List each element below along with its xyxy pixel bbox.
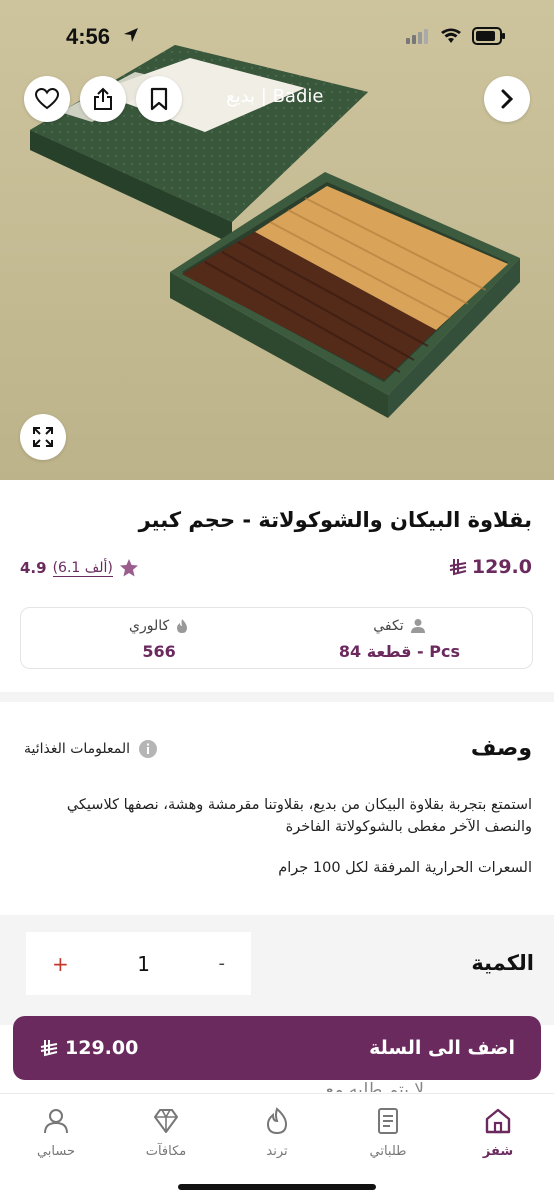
- decrement-button[interactable]: -: [219, 953, 226, 974]
- quantity-label: الكمية: [471, 951, 534, 975]
- status-bar: 4:56: [0, 0, 554, 70]
- serves-label: تكفي: [373, 618, 404, 634]
- battery-icon: [472, 27, 505, 45]
- calories-info: كالوري 566: [129, 618, 189, 661]
- cart-price: 129.00: [39, 1037, 138, 1059]
- rating-value: 4.9: [20, 559, 47, 577]
- favorite-button[interactable]: [24, 76, 70, 122]
- star-icon: [119, 559, 138, 577]
- quantity-stepper[interactable]: + 1 -: [26, 932, 251, 995]
- quantity-value: 1: [137, 951, 150, 976]
- home-icon: [485, 1108, 511, 1134]
- expand-image-button[interactable]: [20, 414, 66, 460]
- cart-price-value: 129.00: [65, 1037, 139, 1059]
- nav-item-rewards[interactable]: مكافآت: [126, 1106, 206, 1159]
- back-button[interactable]: [484, 76, 530, 122]
- add-to-cart-button[interactable]: 129.00 اضف الى السلة: [13, 1016, 541, 1080]
- riyal-icon: [40, 1040, 58, 1057]
- share-button[interactable]: [80, 76, 126, 122]
- diamond-icon: [154, 1109, 178, 1133]
- location-arrow-icon: [122, 26, 140, 48]
- nav-label-trend: ترند: [266, 1144, 288, 1159]
- riyal-icon: [449, 559, 467, 576]
- product-photo: [0, 0, 554, 480]
- info-icon: [139, 740, 158, 758]
- brand-overlay: بديع | Badie: [226, 86, 324, 107]
- person-icon: [410, 619, 425, 633]
- nav-label-account: حسابي: [36, 1144, 76, 1159]
- orders-icon: [378, 1108, 398, 1134]
- product-price: 129.0: [448, 556, 532, 578]
- cart-label: اضف الى السلة: [369, 1037, 515, 1059]
- chevron-right-icon: [501, 89, 514, 109]
- nav-item-home[interactable]: شفز: [458, 1106, 538, 1159]
- increment-button[interactable]: +: [52, 952, 69, 976]
- calories-label-row: كالوري: [129, 618, 189, 634]
- signal-icon: [406, 29, 428, 44]
- rating-count[interactable]: (6.1 ألف): [52, 560, 113, 577]
- bookmark-icon: [150, 87, 168, 111]
- section-divider: [0, 692, 554, 702]
- quantity-section: الكمية + 1 -: [0, 915, 554, 1025]
- wifi-icon: [441, 28, 461, 43]
- nav-label-home: شفز: [482, 1144, 514, 1159]
- price-value: 129.0: [471, 556, 532, 578]
- serves-label-row: تكفي: [373, 618, 425, 634]
- calories-value: 566: [142, 642, 176, 661]
- description-heading: وصف: [470, 736, 532, 761]
- serves-value: 84 قطعة - Pcs: [338, 642, 460, 661]
- nutrition-link-label: المعلومات الغذائية: [24, 741, 131, 757]
- heart-icon: [35, 88, 59, 110]
- serves-info: تكفي 84 قطعة - Pcs: [339, 618, 460, 661]
- user-icon: [44, 1109, 68, 1134]
- flame-small-icon: [177, 619, 188, 633]
- expand-icon: [33, 427, 53, 447]
- rating[interactable]: 4.9 (6.1 ألف): [20, 558, 139, 578]
- flame-icon: [266, 1107, 288, 1135]
- product-title: بقلاوة البيكان والشوكولاتة - حجم كبير: [138, 508, 532, 532]
- nav-item-orders[interactable]: طلباتي: [348, 1106, 428, 1159]
- home-indicator: [178, 1184, 376, 1190]
- nav-label-rewards: مكافآت: [145, 1144, 187, 1159]
- product-image: 4:56 بديع | Badie: [0, 0, 554, 480]
- share-icon: [94, 87, 112, 110]
- nutrition-info-link[interactable]: المعلومات الغذائية: [24, 739, 158, 759]
- nav-item-account[interactable]: حسابي: [16, 1106, 96, 1159]
- calories-note: السعرات الحرارية المرفقة لكل 100 جرام: [278, 860, 532, 876]
- nav-item-trend[interactable]: ترند: [237, 1106, 317, 1159]
- info-card: تكفي 84 قطعة - Pcs كالوري 566: [20, 607, 533, 669]
- status-icons: [406, 27, 506, 45]
- nav-label-orders: طلباتي: [369, 1144, 407, 1159]
- bookmark-button[interactable]: [136, 76, 182, 122]
- calories-label: كالوري: [129, 618, 170, 634]
- description-text: استمتع بتجربة بقلاوة البيكان من بديع، بق…: [66, 797, 532, 835]
- partially-hidden-text: لا يتم طلبه مع: [325, 1080, 424, 1092]
- status-time: 4:56: [66, 24, 111, 49]
